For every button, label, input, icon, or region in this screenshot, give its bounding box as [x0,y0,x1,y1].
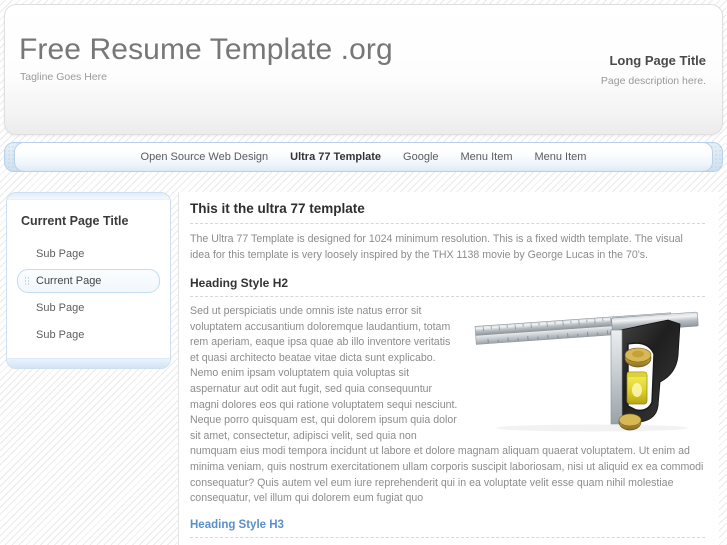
grip-dots-icon [24,276,29,286]
site-title: Free Resume Template .org [19,33,393,66]
page-title: Long Page Title [609,53,706,68]
content-heading-h3: Heading Style H3 [190,518,284,531]
main-navigation: Open Source Web Design Ultra 77 Template… [4,142,723,172]
content-heading-h1: This it the ultra 77 template [190,201,365,216]
combination-square-image [472,310,705,433]
nav-item-google[interactable]: Google [392,143,449,171]
intro-paragraph: The Ultra 77 Template is designed for 10… [190,233,683,261]
nav-item-open-source-web-design[interactable]: Open Source Web Design [130,143,280,171]
sidebar-item-sub-page-3[interactable]: Sub Page [17,323,160,347]
sidebar-item-label: Sub Page [36,329,85,341]
heading-divider [190,223,705,224]
sidebar: Current Page Title Sub Page Current Page… [6,192,171,369]
sidebar-item-label: Sub Page [36,248,85,260]
main-content: This it the ultra 77 template The Ultra … [178,192,719,545]
nav-item-ultra-77-template[interactable]: Ultra 77 Template [279,143,392,171]
sidebar-item-sub-page-2[interactable]: Sub Page [17,296,160,320]
sidebar-item-sub-page-1[interactable]: Sub Page [17,242,160,266]
sidebar-top-bevel [7,193,170,200]
sidebar-item-label: Current Page [36,275,102,287]
content-heading-h2: Heading Style H2 [190,276,289,290]
heading-divider [190,536,705,538]
site-tagline: Tagline Goes Here [20,71,107,83]
sidebar-title: Current Page Title [21,214,129,228]
nav-item-menu-item-2[interactable]: Menu Item [523,143,597,171]
sidebar-bottom-bevel [7,358,170,368]
site-header: Free Resume Template .org Tagline Goes H… [4,4,723,135]
sidebar-item-label: Sub Page [36,302,85,314]
nav-bar: Open Source Web Design Ultra 77 Template… [14,142,713,172]
nav-item-menu-item-1[interactable]: Menu Item [450,143,524,171]
page-description: Page description here. [600,75,706,87]
sidebar-item-current-page[interactable]: Current Page [17,269,160,293]
sidebar-body: Current Page Title Sub Page Current Page… [7,200,170,358]
heading-divider [190,296,705,297]
